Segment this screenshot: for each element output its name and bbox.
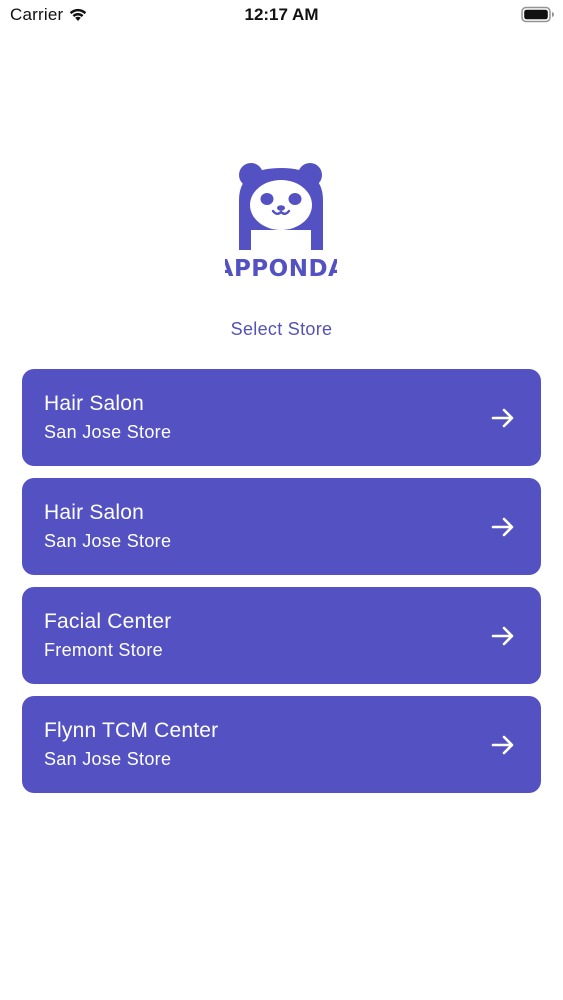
status-bar: Carrier 12:17 AM <box>0 0 563 30</box>
store-name: Hair Salon <box>44 501 145 524</box>
store-name: Hair Salon <box>44 392 145 415</box>
battery-icon <box>521 6 555 23</box>
page-title: Select Store <box>230 319 333 339</box>
arrow-right-icon <box>490 514 516 540</box>
logo-wordmark: APPONDA <box>225 256 337 282</box>
store-location: San Jose Store <box>44 531 172 551</box>
store-location: San Jose Store <box>44 422 172 442</box>
clock: 12:17 AM <box>244 5 319 24</box>
store-card[interactable]: Hair Salon San Jose Store <box>22 478 541 575</box>
store-name: Flynn TCM Center <box>44 719 219 742</box>
store-list: Hair Salon San Jose Store Hair Salon San… <box>22 369 541 805</box>
store-location: Fremont Store <box>44 640 163 660</box>
arrow-right-icon <box>490 623 516 649</box>
store-card[interactable]: Hair Salon San Jose Store <box>22 369 541 466</box>
apponda-logo: APPONDA <box>216 162 346 282</box>
store-card[interactable]: Facial Center Fremont Store <box>22 587 541 684</box>
store-location: San Jose Store <box>44 749 172 769</box>
store-name: Facial Center <box>44 610 172 633</box>
arrow-right-icon <box>490 405 516 431</box>
store-card[interactable]: Flynn TCM Center San Jose Store <box>22 696 541 793</box>
arrow-right-icon <box>490 732 516 758</box>
